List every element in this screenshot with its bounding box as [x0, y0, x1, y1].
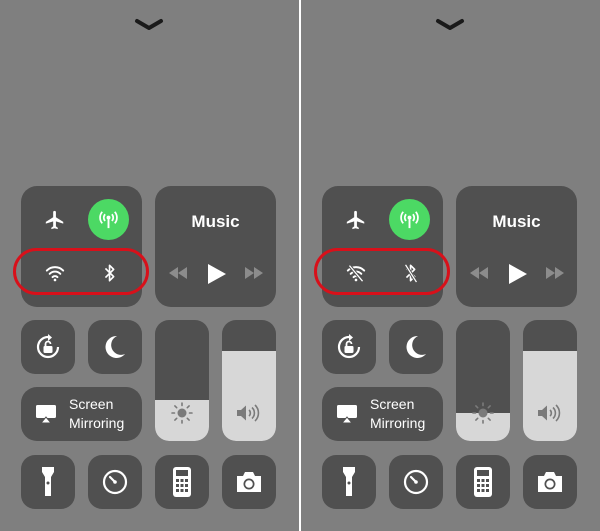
music-title: Music: [191, 212, 240, 231]
timer-icon: [102, 469, 128, 495]
do-not-disturb-button[interactable]: [389, 320, 443, 374]
music-title: Music: [492, 212, 541, 231]
highlight-circle: [13, 248, 149, 295]
airplay-icon: [36, 405, 56, 424]
volume-slider[interactable]: [523, 320, 577, 441]
fast-forward-icon[interactable]: [244, 266, 264, 280]
cellular-antenna-icon: [99, 211, 118, 229]
brightness-slider[interactable]: [456, 320, 510, 441]
screen-mirroring-line2: Mirroring: [370, 415, 426, 431]
control-center-after: Music Screen Mirroring: [301, 0, 600, 531]
rotation-lock-button[interactable]: [21, 320, 75, 374]
timer-icon: [403, 469, 429, 495]
screen-mirroring-line1: Screen: [69, 396, 114, 412]
timer-button[interactable]: [389, 455, 443, 509]
play-icon[interactable]: [508, 263, 528, 285]
screen-mirroring-line1: Screen: [370, 396, 415, 412]
screen-mirroring-line2: Mirroring: [69, 415, 125, 431]
fast-forward-icon[interactable]: [545, 266, 565, 280]
control-center-before: Music Screen Mirroring: [0, 0, 299, 531]
airplay-icon: [337, 405, 357, 424]
cellular-antenna-icon: [400, 211, 419, 229]
camera-button[interactable]: [523, 455, 577, 509]
sun-icon: [472, 402, 494, 424]
camera-icon: [538, 472, 562, 492]
flashlight-button[interactable]: [21, 455, 75, 509]
music-module: Music: [155, 186, 276, 307]
moon-icon: [406, 335, 426, 358]
moon-icon: [105, 335, 125, 358]
music-module: Music: [456, 186, 577, 307]
flashlight-icon: [343, 467, 355, 496]
speaker-icon: [237, 404, 260, 422]
rotation-lock-button[interactable]: [322, 320, 376, 374]
volume-slider[interactable]: [222, 320, 276, 441]
airplane-icon[interactable]: [345, 209, 367, 231]
calculator-icon: [173, 467, 191, 497]
cellular-button[interactable]: [88, 199, 129, 240]
volume-fill: [222, 351, 276, 441]
timer-button[interactable]: [88, 455, 142, 509]
calculator-button[interactable]: [155, 455, 209, 509]
rotation-lock-icon: [337, 334, 361, 359]
rewind-icon[interactable]: [469, 266, 489, 280]
camera-icon: [237, 472, 261, 492]
calculator-icon: [474, 467, 492, 497]
screen-mirroring-button[interactable]: Screen Mirroring: [21, 387, 142, 441]
screen-mirroring-button[interactable]: Screen Mirroring: [322, 387, 443, 441]
rewind-icon[interactable]: [168, 266, 188, 280]
chevron-down-icon[interactable]: [134, 18, 164, 32]
flashlight-button[interactable]: [322, 455, 376, 509]
camera-button[interactable]: [222, 455, 276, 509]
rotation-lock-icon: [36, 334, 60, 359]
highlight-circle: [314, 248, 450, 295]
flashlight-icon: [42, 467, 54, 496]
volume-fill: [523, 351, 577, 441]
sun-icon: [171, 402, 193, 424]
brightness-slider[interactable]: [155, 320, 209, 441]
chevron-down-icon[interactable]: [435, 18, 465, 32]
play-icon[interactable]: [207, 263, 227, 285]
speaker-icon: [538, 404, 561, 422]
do-not-disturb-button[interactable]: [88, 320, 142, 374]
airplane-icon[interactable]: [44, 209, 66, 231]
calculator-button[interactable]: [456, 455, 510, 509]
cellular-button[interactable]: [389, 199, 430, 240]
